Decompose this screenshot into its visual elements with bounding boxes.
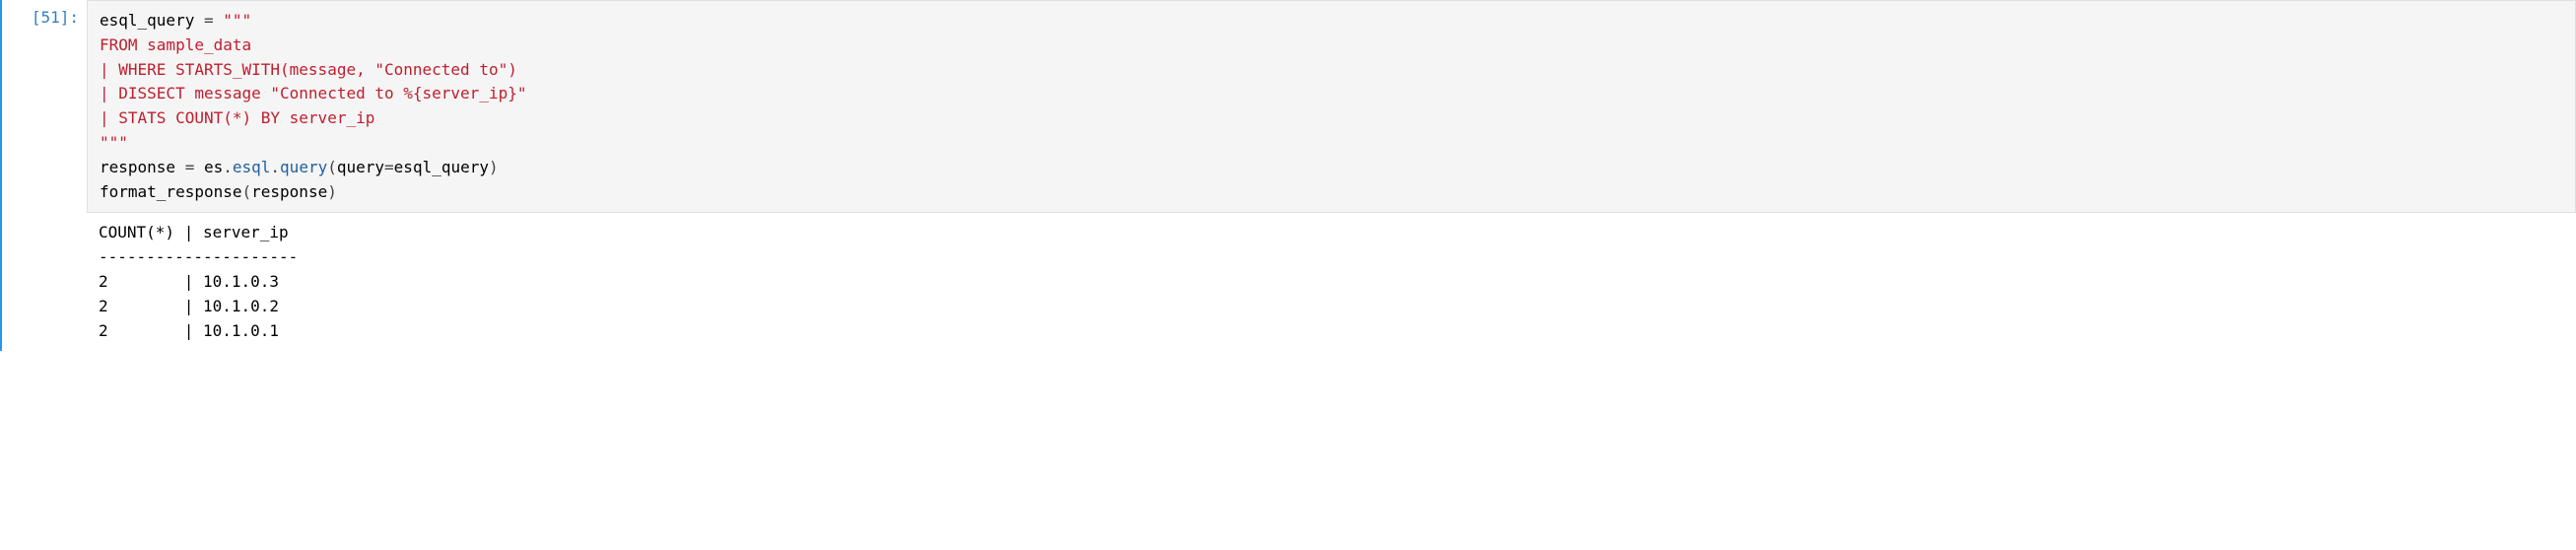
- code-token-paren: (: [242, 182, 252, 201]
- notebook-cell-container: [51]:: [0, 0, 2576, 351]
- code-token-var: es: [204, 158, 223, 176]
- code-token-dot: .: [270, 158, 280, 176]
- code-token-string: | DISSECT message "Connected to %{server…: [100, 84, 526, 103]
- stdout-output: COUNT(*) | server_ip -------------------…: [87, 213, 2576, 351]
- code-token-dot: .: [223, 158, 233, 176]
- input-prompt: [51]:: [2, 0, 87, 213]
- output-row: 2 | 10.1.0.2: [99, 297, 279, 315]
- output-cell: COUNT(*) | server_ip -------------------…: [2, 213, 2576, 351]
- code-token-op: =: [175, 158, 204, 176]
- code-token-var: response: [100, 158, 175, 176]
- code-token-paren: (: [327, 158, 337, 176]
- code-cell: [51]:: [2, 0, 2576, 213]
- code-token-attr: esql: [233, 158, 271, 176]
- output-content: COUNT(*) | server_ip -------------------…: [87, 213, 2576, 351]
- code-token-string: FROM sample_data: [100, 35, 251, 54]
- code-token-paren: ): [327, 182, 337, 201]
- code-token-eq: =: [384, 158, 394, 176]
- code-token-op: =: [194, 11, 223, 30]
- code-token-string: """: [223, 11, 251, 30]
- code-token-call: format_response: [100, 182, 242, 201]
- code-token-attr: query: [280, 158, 327, 176]
- code-token-var: esql_query: [100, 11, 194, 30]
- code-content: esql_query = """ FROM sample_data | WHER…: [87, 0, 2576, 213]
- output-divider: ---------------------: [99, 247, 298, 266]
- code-token-string: """: [100, 133, 128, 152]
- code-token-string: | WHERE STARTS_WITH(message, "Connected …: [100, 60, 517, 79]
- code-token-var: response: [251, 182, 327, 201]
- code-token-var: esql_query: [394, 158, 489, 176]
- output-row: 2 | 10.1.0.1: [99, 321, 279, 340]
- code-editor[interactable]: esql_query = """ FROM sample_data | WHER…: [87, 0, 2576, 213]
- output-header: COUNT(*) | server_ip: [99, 223, 289, 241]
- code-token-string: | STATS COUNT(*) BY server_ip: [100, 108, 374, 127]
- output-row: 2 | 10.1.0.3: [99, 272, 279, 291]
- code-token-paren: ): [489, 158, 499, 176]
- output-prompt: [2, 213, 87, 351]
- code-token-kwarg: query: [337, 158, 384, 176]
